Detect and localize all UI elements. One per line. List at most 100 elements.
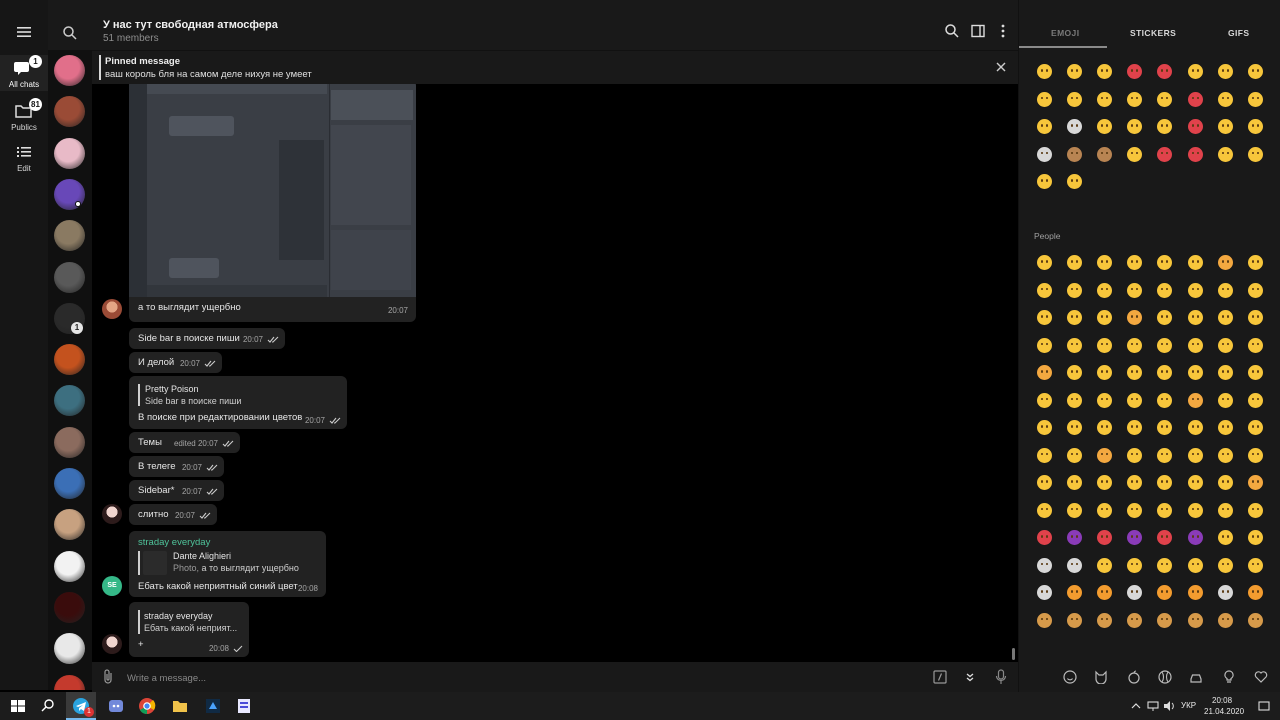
chrome-icon[interactable] — [138, 697, 156, 715]
reply-message[interactable]: straday everyday Ебать какой неприят... … — [129, 602, 249, 657]
emoji-button[interactable] — [1089, 552, 1119, 580]
emoji-button[interactable] — [1059, 58, 1089, 86]
emoji-button[interactable] — [1029, 113, 1059, 141]
emoji-button[interactable] — [1210, 113, 1240, 141]
chat-header[interactable]: У нас тут свободная атмосфера 51 members — [48, 0, 1018, 50]
discord-icon[interactable] — [107, 697, 125, 715]
chat-avatar[interactable] — [54, 468, 85, 499]
emoji-button[interactable] — [1210, 359, 1240, 387]
notifications-icon[interactable] — [1258, 700, 1270, 712]
emoji-button[interactable] — [1089, 607, 1119, 635]
emoji-button[interactable] — [1059, 277, 1089, 305]
travel-category-icon[interactable] — [1189, 670, 1203, 684]
emoji-button[interactable] — [1059, 497, 1089, 525]
emoji-button[interactable] — [1150, 304, 1180, 332]
avatar[interactable] — [102, 299, 122, 319]
message-bubble[interactable]: И делой 20:07 — [129, 352, 222, 373]
emoji-button[interactable] — [1150, 359, 1180, 387]
emoji-button[interactable] — [1029, 607, 1059, 635]
emoji-button[interactable] — [1120, 113, 1150, 141]
message-bubble[interactable]: В телеге 20:07 — [129, 456, 224, 477]
search-icon[interactable] — [39, 697, 57, 715]
emoji-button[interactable] — [1120, 359, 1150, 387]
taskbar-telegram[interactable]: 1 — [66, 692, 96, 720]
food-category-icon[interactable] — [1127, 670, 1141, 684]
emoji-button[interactable] — [1059, 141, 1089, 169]
emoji-button[interactable] — [1210, 442, 1240, 470]
emoji-button[interactable] — [1029, 249, 1059, 277]
search-in-chat-icon[interactable] — [944, 23, 960, 39]
emoji-button[interactable] — [1180, 497, 1210, 525]
reply-message[interactable]: Pretty Poison Side bar в поиске пиши В п… — [129, 376, 347, 429]
emoji-button[interactable] — [1240, 304, 1270, 332]
emoji-button[interactable] — [1120, 524, 1150, 552]
emoji-button[interactable] — [1089, 58, 1119, 86]
emoji-button[interactable] — [1059, 113, 1089, 141]
message-list[interactable]: а то выглядит ущербно 20:07 Side bar в п… — [92, 84, 1018, 662]
emoji-button[interactable] — [1210, 332, 1240, 360]
more-options-icon[interactable] — [995, 23, 1011, 39]
sidebar-toggle-icon[interactable] — [970, 23, 986, 39]
emoji-button[interactable] — [1059, 579, 1089, 607]
avatar[interactable] — [102, 634, 122, 654]
chat-avatar[interactable] — [54, 55, 85, 86]
emoji-button[interactable] — [1089, 113, 1119, 141]
chat-avatar[interactable] — [54, 674, 85, 690]
emoji-button[interactable] — [1089, 249, 1119, 277]
emoji-button[interactable] — [1089, 387, 1119, 415]
emoji-button[interactable] — [1150, 249, 1180, 277]
photo-message[interactable]: а то выглядит ущербно 20:07 — [129, 84, 416, 322]
tab-gifs[interactable]: GIFS — [1228, 28, 1249, 38]
language-indicator[interactable]: УКР — [1181, 701, 1196, 710]
emoji-button[interactable] — [1089, 141, 1119, 169]
emoji-button[interactable] — [1089, 469, 1119, 497]
emoji-button[interactable] — [1089, 332, 1119, 360]
chat-avatar[interactable] — [54, 261, 85, 293]
emoji-button[interactable] — [1150, 579, 1180, 607]
chat-avatar[interactable] — [54, 633, 85, 665]
emoji-button[interactable] — [1089, 442, 1119, 470]
emoji-button[interactable] — [1120, 86, 1150, 114]
emoji-button[interactable] — [1150, 552, 1180, 580]
message-bubble[interactable]: слитно 20:07 — [129, 504, 217, 525]
emoji-button[interactable] — [1210, 497, 1240, 525]
emoji-button[interactable] — [1120, 249, 1150, 277]
emoji-button[interactable] — [1180, 579, 1210, 607]
emoji-button[interactable] — [1120, 141, 1150, 169]
emoji-button[interactable] — [1120, 552, 1150, 580]
emoji-button[interactable] — [1240, 387, 1270, 415]
chat-avatar[interactable] — [54, 178, 85, 210]
emoji-button[interactable] — [1210, 387, 1240, 415]
emoji-button[interactable] — [1029, 497, 1059, 525]
emoji-button[interactable] — [1240, 442, 1270, 470]
chat-avatar[interactable] — [54, 550, 85, 582]
emoji-button[interactable] — [1150, 607, 1180, 635]
emoji-button[interactable] — [1150, 277, 1180, 305]
emoji-button[interactable] — [1180, 414, 1210, 442]
emoji-button[interactable] — [1029, 579, 1059, 607]
emoji-button[interactable] — [1150, 497, 1180, 525]
editor-icon[interactable] — [235, 697, 253, 715]
tab-stickers[interactable]: STICKERS — [1130, 28, 1176, 38]
chat-avatar[interactable] — [54, 385, 85, 417]
emoji-button[interactable] — [1240, 414, 1270, 442]
network-icon[interactable] — [1147, 700, 1159, 712]
emoji-button[interactable] — [1180, 387, 1210, 415]
folder-edit[interactable]: Edit — [0, 139, 48, 173]
scroll-down-icon[interactable] — [964, 671, 976, 683]
search-icon[interactable] — [62, 25, 78, 41]
avatar[interactable]: SE — [102, 576, 122, 596]
emoji-button[interactable] — [1210, 249, 1240, 277]
emoji-button[interactable] — [1059, 304, 1089, 332]
windows-start-icon[interactable] — [9, 697, 27, 715]
animals-category-icon[interactable] — [1094, 670, 1108, 684]
emoji-button[interactable] — [1120, 277, 1150, 305]
chat-avatar[interactable] — [54, 96, 85, 128]
emoji-button[interactable] — [1089, 304, 1119, 332]
emoji-button[interactable] — [1059, 607, 1089, 635]
emoji-button[interactable] — [1120, 58, 1150, 86]
emoji-button[interactable] — [1120, 469, 1150, 497]
emoji-button[interactable] — [1059, 469, 1089, 497]
emoji-button[interactable] — [1180, 607, 1210, 635]
emoji-button[interactable] — [1150, 414, 1180, 442]
